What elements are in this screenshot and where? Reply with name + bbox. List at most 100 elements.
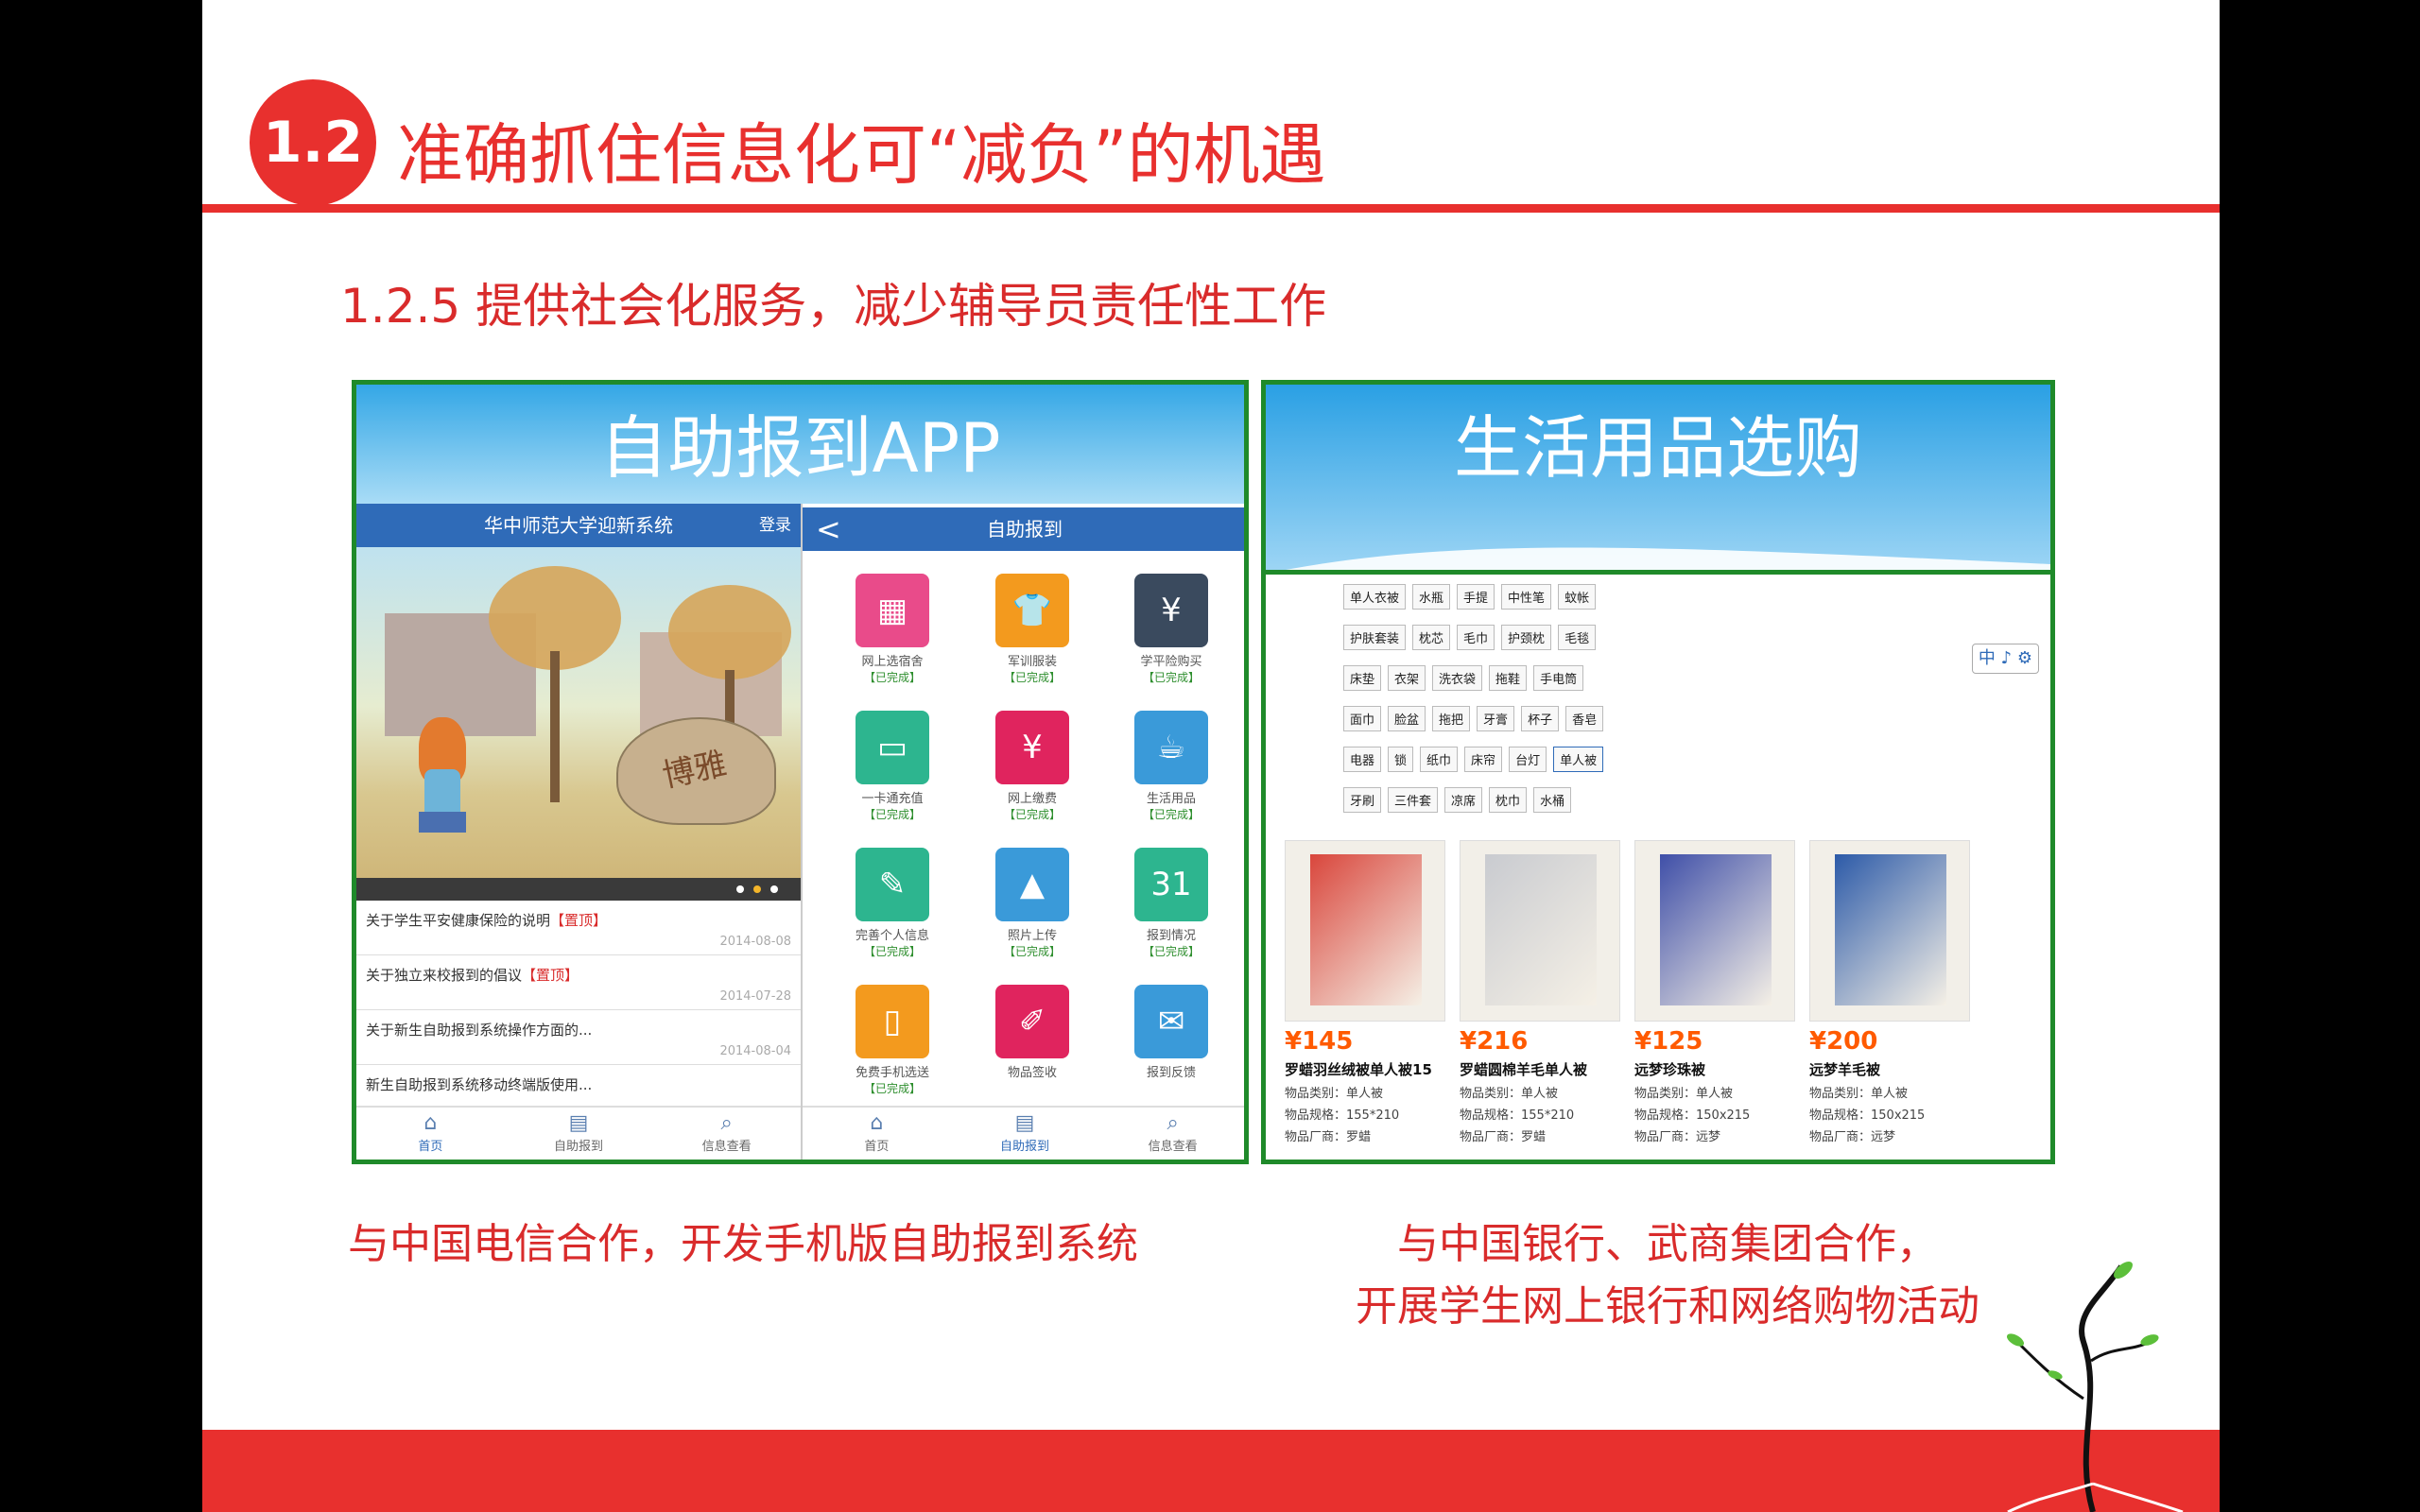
product-image[interactable] [1809,840,1970,1022]
category-tag[interactable]: 洗衣袋 [1432,665,1483,691]
slide: 1.2 准确抓住信息化可“减负”的机遇 1.2.5 提供社会化服务，减少辅导员责… [202,0,2220,1512]
checkin-item-status: 【已完成】 [1142,671,1200,684]
category-tag[interactable]: 面巾 [1343,706,1382,731]
category-tag[interactable]: 床帘 [1464,747,1503,772]
phone-icon: ▯ [856,985,929,1058]
category-tag[interactable]: 衣架 [1388,665,1426,691]
category-tag[interactable]: 手电筒 [1533,665,1584,691]
product-category: 物品类别：单人被 [1460,1087,1559,1101]
product-name: 罗蜡羽丝绒被单人被15 [1285,1061,1432,1078]
category-tag[interactable]: 枕巾 [1489,787,1528,813]
calendar-icon: 31 [1134,848,1208,921]
category-tag[interactable]: 牙刷 [1343,787,1382,813]
sprout-logo [2006,1262,2184,1512]
product-maker: 物品厂商：罗蜡 [1460,1130,1547,1144]
category-tag[interactable]: 床垫 [1343,665,1382,691]
checkin-item[interactable]: ✉ 报到反馈 [1105,985,1237,1080]
envelope-icon: ✉ [1134,985,1208,1058]
product-image[interactable] [1285,840,1445,1022]
category-tag[interactable]: 护颈枕 [1501,625,1552,650]
checkin-item[interactable]: 31 报到情况 【已完成】 [1105,848,1237,959]
tab-home[interactable]: ⌂ 首页 [356,1108,505,1160]
caption-right: 与中国银行、武商集团合作， 开展学生网上银行和网络购物活动 [1318,1213,2017,1338]
checkin-item[interactable]: ✐ 物品签收 [966,985,1098,1080]
checkin-item-label: 完善个人信息 [855,929,929,943]
product-card[interactable]: ¥200 远梦羊毛被 物品类别：单人被 物品规格：150x215 物品厂商：远梦 [1809,840,1970,1160]
product-image[interactable] [1460,840,1620,1022]
checkin-item[interactable]: ☕ 生活用品 【已完成】 [1105,711,1237,822]
category-tag[interactable]: 毛巾 [1457,625,1495,650]
building-icon: ▦ [856,574,929,647]
checkin-item[interactable]: ▭ 一卡通充值 【已完成】 [826,711,959,822]
girl-illustration [415,717,470,859]
category-tags: 单人衣被 水瓶 手提 中性笔 蚊帐护肤套装 枕芯 毛巾 护颈枕 毛毯床垫 衣架 洗衣袋 拖鞋 手电筒面巾… [1343,584,1610,828]
checkin-item[interactable]: ¥ 学平险购买 【已完成】 [1105,574,1237,685]
boya-rock: 博雅 [616,717,776,825]
ime-toolbar[interactable]: 中 ♪ ⚙ [1971,644,2039,674]
home-header: 华中师范大学迎新系统 登录 [356,504,801,547]
product-card[interactable]: ¥216 罗蜡圆棉羊毛单人被 物品类别：单人被 物品规格：155*210 物品厂商：罗蜡 [1460,840,1620,1160]
news-item[interactable]: 关于学生平安健康保险的说明【置顶】 2014-08-08 [356,901,801,955]
carousel-indicator[interactable] [356,878,801,901]
checkin-item[interactable]: ✎ 完善个人信息 【已完成】 [826,848,959,959]
photo-icon: ▲ [995,848,1069,921]
product-price: ¥216 [1460,1027,1529,1056]
product-card[interactable]: ¥145 罗蜡羽丝绒被单人被15 物品类别：单人被 物品规格：155*210 物品厂商：… [1285,840,1445,1160]
tab-self-checkin[interactable]: ▤ 自助报到 [951,1108,1099,1160]
checkin-item[interactable]: ¥ 网上缴费 【已完成】 [966,711,1098,822]
tab-info[interactable]: ⌕ 信息查看 [652,1108,801,1160]
pen-icon: ✐ [995,985,1069,1058]
product-spec: 物品规格：150x215 [1634,1108,1751,1123]
category-tag[interactable]: 电器 [1343,747,1382,772]
category-tag[interactable]: 纸巾 [1420,747,1459,772]
profile-icon: ✎ [856,848,929,921]
shop-content: 单人衣被 水瓶 手提 中性笔 蚊帐护肤套装 枕芯 毛巾 护颈枕 毛毯床垫 衣架 洗衣袋 拖鞋 手电筒面巾… [1266,570,2050,1160]
login-link[interactable]: 登录 [759,504,791,547]
search-doc-icon: ⌕ [720,1111,733,1135]
news-item[interactable]: 关于独立来校报到的倡议【置顶】 2014-07-28 [356,955,801,1010]
tag-row: 电器锁纸巾 床帘 台灯 单人被 [1343,747,1610,787]
tab-self-checkin[interactable]: ▤ 自助报到 [505,1108,653,1160]
category-tag[interactable]: 单人被 [1553,747,1604,772]
category-tag[interactable]: 拖把 [1432,706,1471,731]
tab-home[interactable]: ⌂ 首页 [803,1108,951,1160]
category-tag[interactable]: 凉席 [1444,787,1483,813]
category-tag[interactable]: 台灯 [1509,747,1547,772]
checkin-item[interactable]: ▲ 照片上传【已完成】 [966,848,1098,959]
tree-trunk [550,651,560,802]
category-tag[interactable]: 枕芯 [1412,625,1451,650]
checkin-item-label: 网上选宿舍 [861,655,924,669]
category-tag[interactable]: 蚊帐 [1558,584,1597,610]
product-name: 远梦珍珠被 [1634,1061,1706,1078]
category-tag[interactable]: 水瓶 [1412,584,1451,610]
category-tag[interactable]: 单人衣被 [1343,584,1407,610]
checkin-item-status: 【已完成】 [1003,945,1061,958]
category-tag[interactable]: 毛毯 [1558,625,1597,650]
product-price: ¥200 [1809,1027,1878,1056]
category-tag[interactable]: 脸盆 [1388,706,1426,731]
product-spec: 物品规格：155*210 [1285,1108,1400,1123]
category-tag[interactable]: 香皂 [1565,706,1604,731]
category-tag[interactable]: 手提 [1457,584,1495,610]
checkin-item-label: 照片上传 [1007,929,1057,943]
app-checkin-screen: < 自助报到 ▦ 网上选宿舍 【已完成】 👕 军训服装 【已完成】 ¥ 学平险购买 【已完成】 ▭… [801,504,1244,1160]
category-tag[interactable]: 三件套 [1388,787,1439,813]
category-tag[interactable]: 拖鞋 [1489,665,1528,691]
back-icon[interactable]: < [816,507,841,551]
product-image[interactable] [1634,840,1795,1022]
category-tag[interactable]: 锁 [1388,747,1414,772]
category-tag[interactable]: 水桶 [1533,787,1572,813]
news-item[interactable]: 关于新生自助报到系统操作方面的... 2014-08-04 [356,1010,801,1065]
category-tag[interactable]: 中性笔 [1501,584,1552,610]
checkin-item[interactable]: ▯ 免费手机选送 【已完成】 [826,985,959,1096]
category-tag[interactable]: 杯子 [1521,706,1560,731]
tab-info[interactable]: ⌕ 信息查看 [1098,1108,1244,1160]
product-card[interactable]: ¥125 远梦珍珠被 物品类别：单人被 物品规格：150x215 物品厂商：远梦 [1634,840,1795,1160]
checkin-item-label: 免费手机选送 [855,1066,929,1080]
checkin-item[interactable]: 👕 军训服装 【已完成】 [966,574,1098,685]
app-home-screen: 华中师范大学迎新系统 登录 博雅 关于学生平安健康保险的说明【置顶】 2014-… [356,504,801,1160]
checkin-item[interactable]: ▦ 网上选宿舍 【已完成】 [826,574,959,685]
category-tag[interactable]: 牙膏 [1477,706,1515,731]
category-tag[interactable]: 护肤套装 [1343,625,1407,650]
home-tab-bar: ⌂ 首页 ▤ 自助报到 ⌕ 信息查看 [356,1106,801,1160]
